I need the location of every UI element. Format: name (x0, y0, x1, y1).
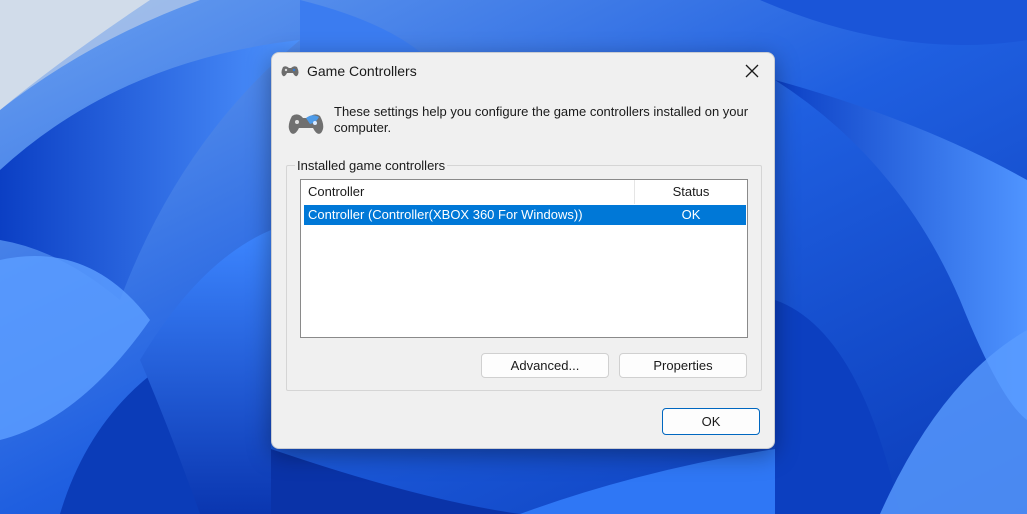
game-controllers-dialog: Game Controllers These settings help you… (271, 52, 775, 449)
installed-controllers-group: Installed game controllers Controller St… (286, 158, 762, 391)
column-header-controller[interactable]: Controller (301, 180, 635, 204)
close-icon (745, 64, 759, 78)
window-title: Game Controllers (307, 63, 417, 79)
controller-status: OK (681, 207, 701, 222)
properties-button[interactable]: Properties (619, 353, 747, 378)
controller-name: Controller (Controller(XBOX 360 For Wind… (308, 207, 583, 222)
info-message: These settings help you configure the ga… (334, 104, 749, 135)
controllers-list[interactable]: Controller Status Controller (Controller… (300, 179, 748, 338)
close-button[interactable] (730, 53, 774, 89)
group-label: Installed game controllers (295, 158, 448, 174)
list-item[interactable]: Controller (Controller(XBOX 360 For Wind… (304, 205, 746, 225)
gamepad-icon (281, 66, 299, 77)
ok-button[interactable]: OK (662, 408, 760, 435)
list-header: Controller Status (301, 180, 747, 204)
advanced-button[interactable]: Advanced... (481, 353, 609, 378)
title-bar: Game Controllers (272, 53, 774, 91)
gamepad-icon (288, 114, 324, 134)
column-header-status[interactable]: Status (635, 180, 747, 204)
